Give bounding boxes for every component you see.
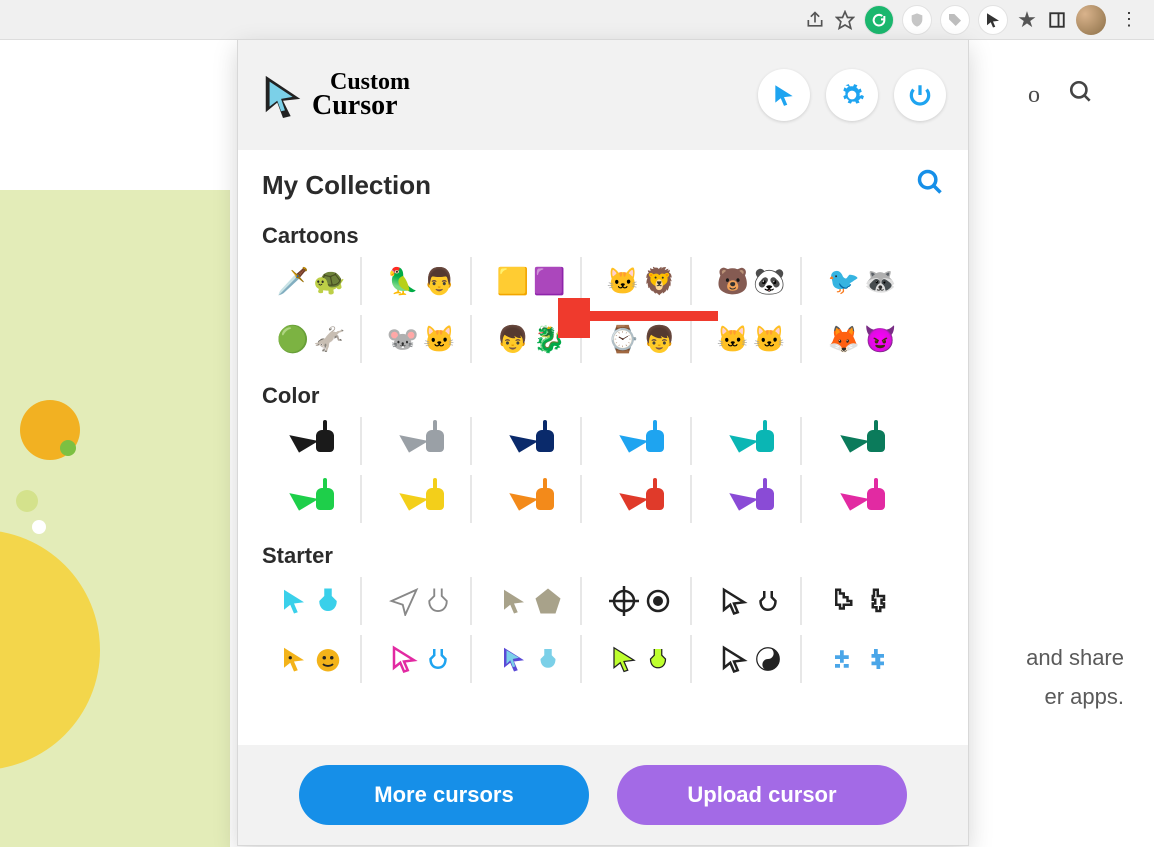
collection-search-icon[interactable] bbox=[916, 168, 944, 203]
category-title-cartoons: Cartoons bbox=[262, 223, 944, 249]
color-row-1 bbox=[262, 475, 944, 523]
cursor-tile-starter-pixblue[interactable] bbox=[812, 635, 912, 683]
starter-row-1 bbox=[262, 635, 944, 683]
category-title-color: Color bbox=[262, 383, 944, 409]
popup-body: My Collection Cartoons 🗡️🐢 🦜👨 🟨🟪 🐱🦁 🐻🐼 🐦… bbox=[238, 150, 968, 745]
cursor-tile-color-green[interactable] bbox=[262, 475, 362, 523]
grammarly-icon[interactable] bbox=[864, 5, 894, 35]
cursor-tile-starter-stripe[interactable] bbox=[482, 635, 582, 683]
browser-toolbar: ★ ⋮ bbox=[0, 0, 1154, 40]
cursor-tile-starter-crosshair[interactable] bbox=[592, 577, 692, 625]
upload-cursor-button[interactable]: Upload cursor bbox=[617, 765, 907, 825]
cursor-tile-color-dgreen[interactable] bbox=[812, 417, 912, 465]
side-panel-icon[interactable] bbox=[1046, 9, 1068, 31]
cursor-tile-starter-stone[interactable] bbox=[482, 577, 582, 625]
collection-title-row: My Collection bbox=[262, 168, 944, 203]
cursor-logo-icon bbox=[260, 72, 306, 118]
cursor-tile-color-black[interactable] bbox=[262, 417, 362, 465]
cursor-tile-starter-paper[interactable] bbox=[372, 577, 472, 625]
cursor-tile-color-magenta[interactable] bbox=[812, 475, 912, 523]
cursor-tile-regular[interactable]: 🐦🦝 bbox=[812, 257, 912, 305]
cursor-tile-starter-emoji[interactable] bbox=[262, 635, 362, 683]
cursor-tile-starter-pixel[interactable] bbox=[812, 577, 912, 625]
cursor-tile-color-yellow[interactable] bbox=[372, 475, 472, 523]
cursor-tile-color-purple[interactable] bbox=[702, 475, 802, 523]
cartoons-row-1: 🟢🫏 🐭🐱 👦🐉 ⌚👦 🐱🐱 🦊😈 bbox=[262, 315, 944, 363]
cursor-tile-starter-aqua[interactable] bbox=[262, 577, 362, 625]
cursor-tile-httyd[interactable]: 👦🐉 bbox=[482, 315, 582, 363]
cursor-tile-color-red[interactable] bbox=[592, 475, 692, 523]
kebab-menu-icon[interactable]: ⋮ bbox=[1114, 9, 1144, 30]
cursor-tile-color-orange[interactable] bbox=[482, 475, 582, 523]
cursor-tile-tmnt[interactable]: 🗡️🐢 bbox=[262, 257, 362, 305]
cursor-tile-ben10[interactable]: ⌚👦 bbox=[592, 315, 692, 363]
extension-popup: Custom Cursor My Collection Cartoons bbox=[238, 40, 968, 845]
cursor-tile-shrek[interactable]: 🟢🫏 bbox=[262, 315, 362, 363]
profile-avatar[interactable] bbox=[1076, 5, 1106, 35]
category-title-starter: Starter bbox=[262, 543, 944, 569]
bg-text-2: er apps. bbox=[1045, 684, 1125, 710]
cartoons-row-0: 🗡️🐢 🦜👨 🟨🟪 🐱🦁 🐻🐼 🐦🦝 bbox=[262, 257, 944, 305]
extensions-puzzle-icon[interactable]: ★ bbox=[1016, 9, 1038, 31]
cursor-tile-tomjerry[interactable]: 🐭🐱 bbox=[372, 315, 472, 363]
starter-row-0 bbox=[262, 577, 944, 625]
bg-green-panel bbox=[0, 190, 230, 847]
popup-header: Custom Cursor bbox=[238, 40, 968, 150]
cursor-tile-grinch[interactable]: 🦊😈 bbox=[812, 315, 912, 363]
shield-icon[interactable] bbox=[902, 5, 932, 35]
cursor-tile-starter-outline[interactable] bbox=[702, 577, 802, 625]
cursor-tile-color-gray[interactable] bbox=[372, 417, 472, 465]
tag-icon[interactable] bbox=[940, 5, 970, 35]
cursor-tile-starter-yinyang[interactable] bbox=[702, 635, 802, 683]
cursor-tile-popeye[interactable]: 🦜👨 bbox=[372, 257, 472, 305]
cursor-tile-garfield[interactable]: 🐱🐱 bbox=[702, 315, 802, 363]
default-cursor-button[interactable] bbox=[758, 69, 810, 121]
cursor-tile-felix[interactable]: 🐱🦁 bbox=[592, 257, 692, 305]
logo: Custom Cursor bbox=[260, 72, 410, 119]
custom-cursor-ext-icon[interactable] bbox=[978, 5, 1008, 35]
settings-button[interactable] bbox=[826, 69, 878, 121]
bg-letter: o bbox=[1028, 82, 1040, 109]
collection-title: My Collection bbox=[262, 170, 431, 201]
bg-text-1: and share bbox=[1026, 645, 1124, 671]
star-icon[interactable] bbox=[834, 9, 856, 31]
cursor-tile-bears[interactable]: 🐻🐼 bbox=[702, 257, 802, 305]
color-row-0 bbox=[262, 417, 944, 465]
more-cursors-button[interactable]: More cursors bbox=[299, 765, 589, 825]
cursor-tile-color-blue[interactable] bbox=[592, 417, 692, 465]
cursor-tile-starter-neon[interactable] bbox=[592, 635, 692, 683]
popup-footer: More cursors Upload cursor bbox=[238, 745, 968, 845]
cursor-tile-color-teal[interactable] bbox=[702, 417, 802, 465]
cursor-tile-starter-rainbow[interactable] bbox=[372, 635, 472, 683]
share-icon[interactable] bbox=[804, 9, 826, 31]
search-icon[interactable] bbox=[1068, 79, 1094, 111]
cursor-tile-minion[interactable]: 🟨🟪 bbox=[482, 257, 582, 305]
logo-text-bottom: Cursor bbox=[312, 90, 398, 121]
cursor-tile-color-navy[interactable] bbox=[482, 417, 582, 465]
power-button[interactable] bbox=[894, 69, 946, 121]
